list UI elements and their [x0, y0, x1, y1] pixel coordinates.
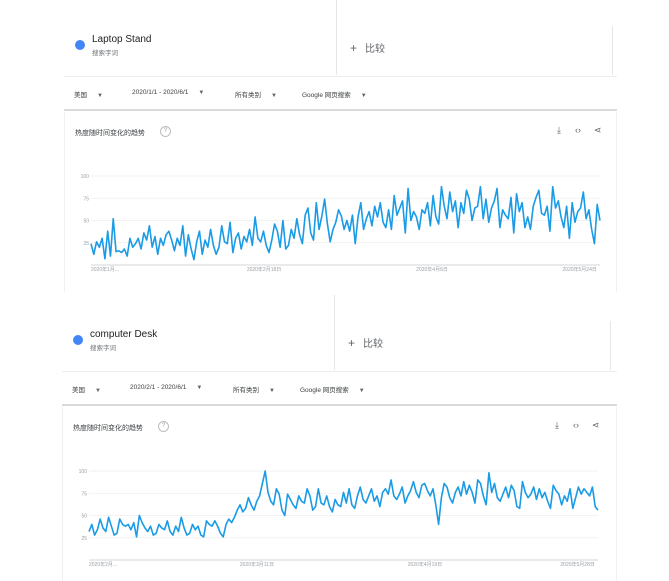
term-name[interactable]: computer Desk [90, 329, 157, 340]
category-filter[interactable]: 所有类别 ▼ [233, 384, 275, 394]
trends-panel-2: computer Desk 搜索字词 + 比较 美国 ▼ 2020/2/1 - 20… [0, 295, 669, 581]
y-tick-label: 75 [83, 196, 89, 202]
category-filter-label: 所有类别 [235, 92, 261, 99]
y-tick-label: 75 [81, 491, 87, 497]
dropdown-caret-icon: ▼ [269, 388, 275, 394]
search-type-label: Google 网页搜索 [302, 92, 351, 99]
x-tick-label: 2020年2月... [89, 561, 117, 568]
search-term-bar: Laptop Stand 搜索字词 + 比较 [64, 0, 617, 75]
region-filter[interactable]: 美国 ▼ [72, 384, 101, 394]
date-range-filter[interactable]: 2020/1/1 - 2020/6/1 ▼ [132, 89, 204, 96]
dropdown-caret-icon: ▼ [95, 388, 101, 394]
series-line[interactable] [90, 185, 601, 261]
search-term-card[interactable]: Laptop Stand 搜索字词 [64, 0, 337, 75]
search-type-filter[interactable]: Google 网页搜索 ▼ [300, 384, 365, 394]
trends-panel-1: Laptop Stand 搜索字词 + 比较 美国 ▼ 2020/1/1 - 202… [0, 0, 669, 300]
filter-bar: 美国 ▼ 2020/2/1 - 2020/6/1 ▼ 所有类别 ▼ Google 网页… [62, 371, 617, 406]
x-tick-label: 2020年2月18日 [247, 266, 281, 273]
date-range-label: 2020/2/1 - 2020/6/1 [130, 384, 187, 391]
term-subtitle: 搜索字词 [92, 50, 118, 57]
term-color-dot [75, 40, 85, 50]
dropdown-caret-icon: ▼ [360, 93, 367, 99]
x-tick-label: 2020年4月6日 [416, 266, 448, 273]
y-tick-label: 25 [83, 241, 89, 247]
term-subtitle: 搜索字词 [90, 345, 116, 352]
y-tick-label: 25 [81, 536, 87, 542]
y-tick-label: 50 [83, 219, 89, 225]
dropdown-caret-icon: ▼ [198, 90, 205, 96]
interest-over-time-card: 热度随时间变化的趋势 ? ⤓ ‹› ⋖ 25 50 75 100 2020年2月... 2… [62, 407, 617, 581]
y-tick-label: 100 [79, 469, 88, 475]
compare-label: 比较 [365, 44, 386, 55]
x-tick-label: 2020年5月24日 [562, 266, 596, 273]
plus-icon: + [350, 41, 358, 55]
dropdown-caret-icon: ▼ [358, 388, 365, 394]
category-filter-label: 所有类别 [233, 387, 259, 394]
dropdown-caret-icon: ▼ [271, 93, 277, 99]
line-chart: 25 50 75 100 2020年2月... 2020年3月11日 2020年4月19日 2… [79, 469, 599, 568]
series-line[interactable] [88, 470, 599, 538]
line-chart: 25 50 75 100 2020年1月... 2020年2月18日 2020年4月6日 20… [81, 174, 601, 273]
region-filter[interactable]: 美国 ▼ [74, 89, 103, 99]
x-tick-label: 2020年5月28日 [560, 561, 594, 568]
compare-button[interactable]: + 比较 [348, 335, 383, 350]
y-tick-label: 100 [81, 174, 90, 180]
category-filter[interactable]: 所有类别 ▼ [235, 89, 277, 99]
dropdown-caret-icon: ▼ [97, 93, 103, 99]
search-type-filter[interactable]: Google 网页搜索 ▼ [302, 89, 367, 99]
search-term-bar: computer Desk 搜索字词 + 比较 [62, 295, 617, 370]
compare-button[interactable]: + 比较 [350, 40, 385, 55]
filter-bar: 美国 ▼ 2020/1/1 - 2020/6/1 ▼ 所有类别 ▼ Google 网页… [64, 76, 617, 111]
search-type-label: Google 网页搜索 [300, 387, 349, 394]
plus-icon: + [348, 336, 356, 350]
dropdown-caret-icon: ▼ [196, 385, 203, 391]
divider [612, 26, 613, 75]
region-filter-label: 美国 [72, 387, 85, 394]
y-tick-label: 50 [81, 514, 87, 520]
x-tick-label: 2020年4月19日 [408, 561, 442, 568]
date-range-filter[interactable]: 2020/2/1 - 2020/6/1 ▼ [130, 384, 202, 391]
region-filter-label: 美国 [74, 92, 87, 99]
term-color-dot [73, 335, 83, 345]
term-name[interactable]: Laptop Stand [92, 34, 152, 45]
search-term-card[interactable]: computer Desk 搜索字词 [62, 295, 335, 370]
x-tick-label: 2020年3月11日 [240, 561, 274, 568]
x-tick-label: 2020年1月... [91, 266, 119, 273]
divider [610, 321, 611, 370]
interest-over-time-card: 热度随时间变化的趋势 ? ⤓ ‹› ⋖ 25 50 75 100 2020年1月... 2… [64, 112, 617, 292]
compare-label: 比较 [363, 339, 384, 350]
date-range-label: 2020/1/1 - 2020/6/1 [132, 89, 189, 96]
